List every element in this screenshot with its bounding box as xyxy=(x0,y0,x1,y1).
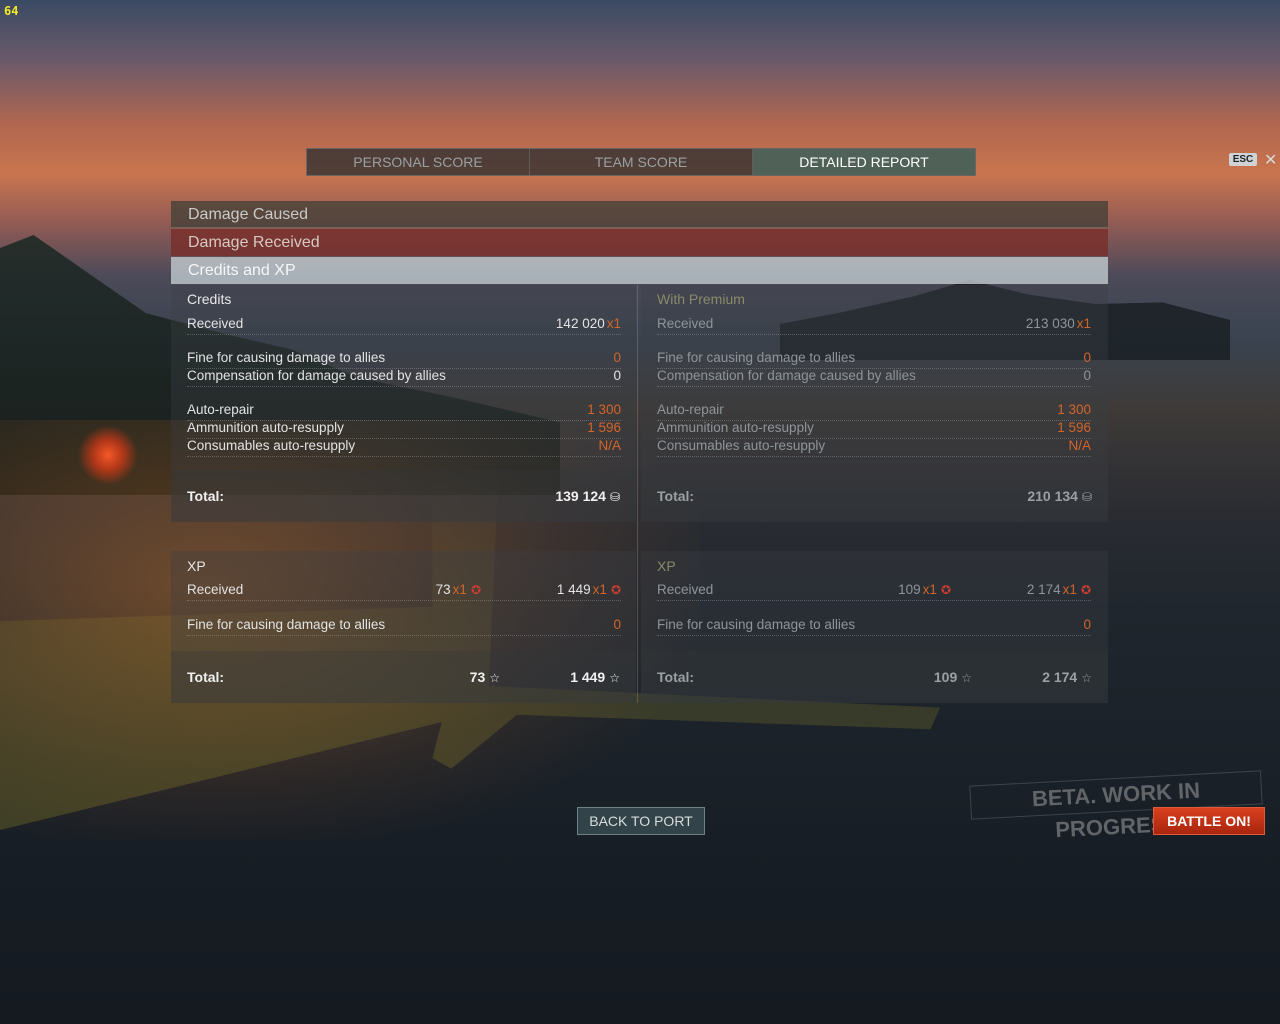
total-label: Total: xyxy=(657,669,695,685)
row-label: Received xyxy=(187,316,244,331)
row-value: 213 030 x1 xyxy=(1025,316,1091,331)
score-tabs: PERSONAL SCORE TEAM SCORE DETAILED REPOR… xyxy=(306,148,976,176)
premium-xp-block xyxy=(641,551,1108,651)
row-value: 0 xyxy=(613,350,621,365)
row-value: 0 xyxy=(1083,368,1091,383)
back-to-port-button[interactable]: BACK TO PORT xyxy=(577,807,705,835)
star-icon: ☆ xyxy=(489,671,500,685)
row-label: Fine for causing damage to allies xyxy=(187,617,386,632)
xp-block xyxy=(171,551,636,651)
row-value: 142 020 x1 xyxy=(555,316,621,331)
section-damage-received[interactable]: Damage Received xyxy=(171,229,1108,256)
row-value: N/A xyxy=(598,438,621,453)
ship-xp-value: 73 x1 ✪ xyxy=(435,582,481,597)
row-value: 2 174 x1 ✪ xyxy=(1026,582,1091,597)
premium-ammo-row: Ammunition auto-resupply 1 596 xyxy=(657,420,1091,439)
row-label: Fine for causing damage to allies xyxy=(187,350,386,365)
row-label: Ammunition auto-resupply xyxy=(657,420,814,435)
row-label: Auto-repair xyxy=(657,402,724,417)
xp-title: XP xyxy=(187,558,206,574)
background-fire xyxy=(78,425,138,485)
xp-total-row: Total: 73 ☆ 1 449 ☆ xyxy=(171,651,636,703)
row-label: Received xyxy=(657,316,714,331)
ship-xp-total: 109 ☆ xyxy=(933,669,972,685)
credits-total-row: Total: 139 124 ⛁ xyxy=(171,470,636,522)
row-value: N/A xyxy=(1068,438,1091,453)
row-value: 1 300 xyxy=(587,402,621,417)
star-icon: ☆ xyxy=(609,671,620,685)
premium-received-row: Received 213 030 x1 xyxy=(657,316,1091,335)
row-value: 0 xyxy=(1083,350,1091,365)
row-label: Compensation for damage caused by allies xyxy=(187,368,446,383)
tab-team-score[interactable]: TEAM SCORE xyxy=(530,149,753,175)
elite-xp-icon: ✪ xyxy=(610,583,621,597)
premium-xp-title: XP xyxy=(657,558,676,574)
standard-account-panel: Credits Received 142 020 x1 Fine for caus… xyxy=(171,285,636,703)
credits-received-row: Received 142 020 x1 xyxy=(187,316,621,335)
premium-account-panel: With Premium Received 213 030 x1 Fine for… xyxy=(641,285,1108,703)
premium-title: With Premium xyxy=(657,291,745,307)
row-value: 0 xyxy=(1083,617,1091,632)
row-label: Received xyxy=(657,582,714,597)
credits-fine-row: Fine for causing damage to allies 0 xyxy=(187,350,621,369)
premium-auto-repair-row: Auto-repair 1 300 xyxy=(657,402,1091,421)
ship-xp-value: 109 x1 ✪ xyxy=(898,582,951,597)
section-credits-and-xp[interactable]: Credits and XP xyxy=(171,257,1108,284)
total-label: Total: xyxy=(657,488,695,504)
elite-xp-icon: ✪ xyxy=(470,583,481,597)
row-label: Auto-repair xyxy=(187,402,254,417)
tab-detailed-report[interactable]: DETAILED REPORT xyxy=(753,149,975,175)
ship-xp-total: 73 ☆ xyxy=(469,669,500,685)
credits-title: Credits xyxy=(187,291,232,307)
premium-xp-total-row: Total: 109 ☆ 2 174 ☆ xyxy=(641,651,1108,703)
star-icon: ☆ xyxy=(961,671,972,685)
row-value: 1 300 xyxy=(1057,402,1091,417)
row-value: 0 xyxy=(613,617,621,632)
row-label: Consumables auto-resupply xyxy=(187,438,356,453)
row-label: Fine for causing damage to allies xyxy=(657,350,856,365)
elite-xp-icon: ✪ xyxy=(940,583,951,597)
row-label: Received xyxy=(187,582,244,597)
premium-fine-row: Fine for causing damage to allies 0 xyxy=(657,350,1091,369)
xp-fine-row: Fine for causing damage to allies 0 xyxy=(187,617,621,636)
total-value: 139 124 ⛁ xyxy=(555,488,620,504)
credits-compensation-row: Compensation for damage caused by allies… xyxy=(187,368,621,387)
battle-on-button[interactable]: BATTLE ON! xyxy=(1153,807,1265,835)
elite-xp-icon: ✪ xyxy=(1080,583,1091,597)
row-label: Fine for causing damage to allies xyxy=(657,617,856,632)
credit-icon: ⛁ xyxy=(1081,490,1092,504)
credit-icon: ⛁ xyxy=(609,490,620,504)
row-value: 0 xyxy=(613,368,621,383)
total-label: Total: xyxy=(187,488,225,504)
total-label: Total: xyxy=(187,669,225,685)
premium-compensation-row: Compensation for damage caused by allies… xyxy=(657,368,1091,387)
row-value: 1 596 xyxy=(587,420,621,435)
column-divider xyxy=(637,285,638,703)
row-label: Ammunition auto-resupply xyxy=(187,420,344,435)
total-value: 1 449 ☆ xyxy=(570,669,620,685)
total-value: 2 174 ☆ xyxy=(1042,669,1092,685)
esc-key-badge[interactable]: ESC xyxy=(1229,153,1257,166)
row-label: Consumables auto-resupply xyxy=(657,438,826,453)
row-label: Compensation for damage caused by allies xyxy=(657,368,916,383)
premium-total-row: Total: 210 134 ⛁ xyxy=(641,470,1108,522)
tab-personal-score[interactable]: PERSONAL SCORE xyxy=(307,149,530,175)
fps-counter: 64 xyxy=(4,4,19,18)
premium-consumables-row: Consumables auto-resupply N/A xyxy=(657,438,1091,457)
credits-auto-repair-row: Auto-repair 1 300 xyxy=(187,402,621,421)
total-value: 210 134 ⛁ xyxy=(1027,488,1092,504)
star-icon: ☆ xyxy=(1081,671,1092,685)
section-damage-caused[interactable]: Damage Caused xyxy=(171,201,1108,228)
credits-ammo-row: Ammunition auto-resupply 1 596 xyxy=(187,420,621,439)
row-value: 1 449 x1 ✪ xyxy=(556,582,621,597)
credits-consumables-row: Consumables auto-resupply N/A xyxy=(187,438,621,457)
premium-xp-fine-row: Fine for causing damage to allies 0 xyxy=(657,617,1091,636)
row-value: 1 596 xyxy=(1057,420,1091,435)
xp-received-row: Received 73 x1 ✪ 1 449 x1 ✪ xyxy=(187,582,621,601)
premium-xp-received-row: Received 109 x1 ✪ 2 174 x1 ✪ xyxy=(657,582,1091,601)
close-icon[interactable]: ✕ xyxy=(1264,150,1277,170)
